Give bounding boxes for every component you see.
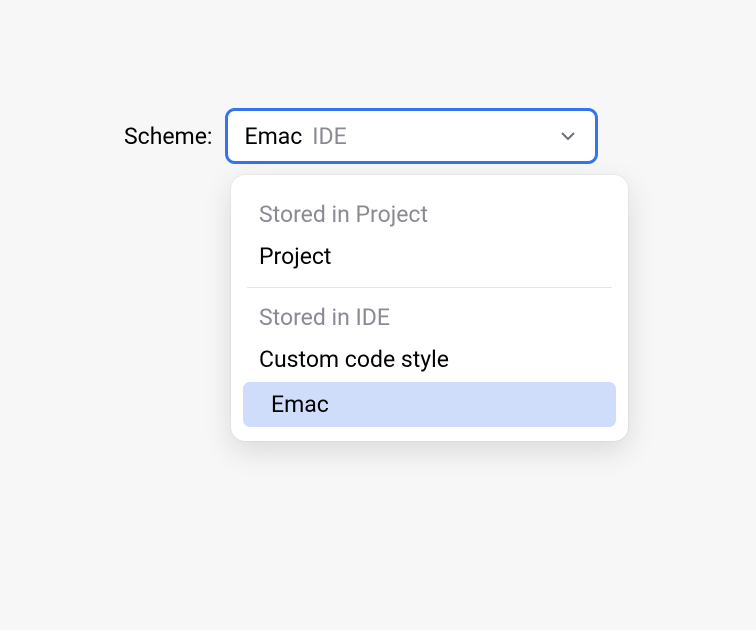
option-emac[interactable]: Emac <box>243 382 616 427</box>
separator <box>247 287 612 288</box>
scheme-dropdown-panel: Stored in Project Project Stored in IDE … <box>231 175 628 441</box>
dropdown-group-stored-in-project: Stored in Project Project <box>231 193 628 279</box>
scheme-combobox[interactable]: Emac IDE <box>225 108 598 164</box>
chevron-down-icon <box>559 127 577 145</box>
scheme-label: Scheme: <box>124 123 213 150</box>
group-header: Stored in Project <box>231 193 628 234</box>
scheme-combobox-hint: IDE <box>312 123 346 150</box>
dropdown-group-stored-in-ide: Stored in IDE Custom code style Emac <box>231 296 628 427</box>
scheme-combobox-value: Emac <box>245 123 303 150</box>
group-header: Stored in IDE <box>231 296 628 337</box>
option-custom-code-style[interactable]: Custom code style <box>231 337 628 382</box>
option-project[interactable]: Project <box>231 234 628 279</box>
scheme-row: Scheme: Emac IDE <box>124 108 598 164</box>
